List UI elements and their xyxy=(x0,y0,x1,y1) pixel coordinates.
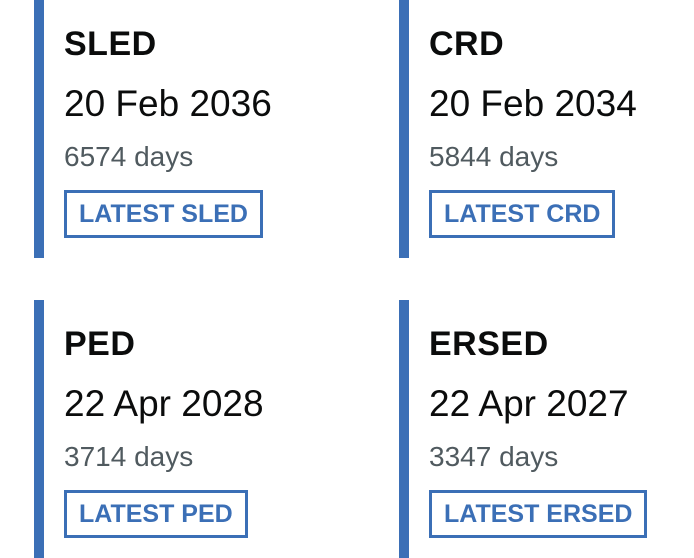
card-days: 6574 days xyxy=(64,141,194,172)
latest-ersed-tag[interactable]: LATEST ERSED xyxy=(429,490,648,538)
card-days: 3347 days xyxy=(429,441,559,472)
latest-ped-tag[interactable]: LATEST PED xyxy=(64,490,248,538)
card-date: 20 Feb 2034 xyxy=(429,83,637,124)
card-date: 20 Feb 2036 xyxy=(64,83,272,124)
latest-crd-tag[interactable]: LATEST CRD xyxy=(429,190,616,238)
latest-sled-tag[interactable]: LATEST SLED xyxy=(64,190,263,238)
card-label: PED xyxy=(64,325,136,363)
card-label: SLED xyxy=(64,25,157,63)
date-card-sled: SLED 20 Feb 2036 6574 days LATEST SLED xyxy=(34,0,354,258)
card-label: CRD xyxy=(429,25,505,63)
card-days: 3714 days xyxy=(64,441,194,472)
date-card-crd: CRD 20 Feb 2034 5844 days LATEST CRD xyxy=(399,0,694,258)
card-date: 22 Apr 2027 xyxy=(429,383,629,424)
date-card-ped: PED 22 Apr 2028 3714 days LATEST PED xyxy=(34,300,354,558)
card-date: 22 Apr 2028 xyxy=(64,383,264,424)
card-label: ERSED xyxy=(429,325,549,363)
date-card-ersed: ERSED 22 Apr 2027 3347 days LATEST ERSED xyxy=(399,300,694,558)
card-days: 5844 days xyxy=(429,141,559,172)
